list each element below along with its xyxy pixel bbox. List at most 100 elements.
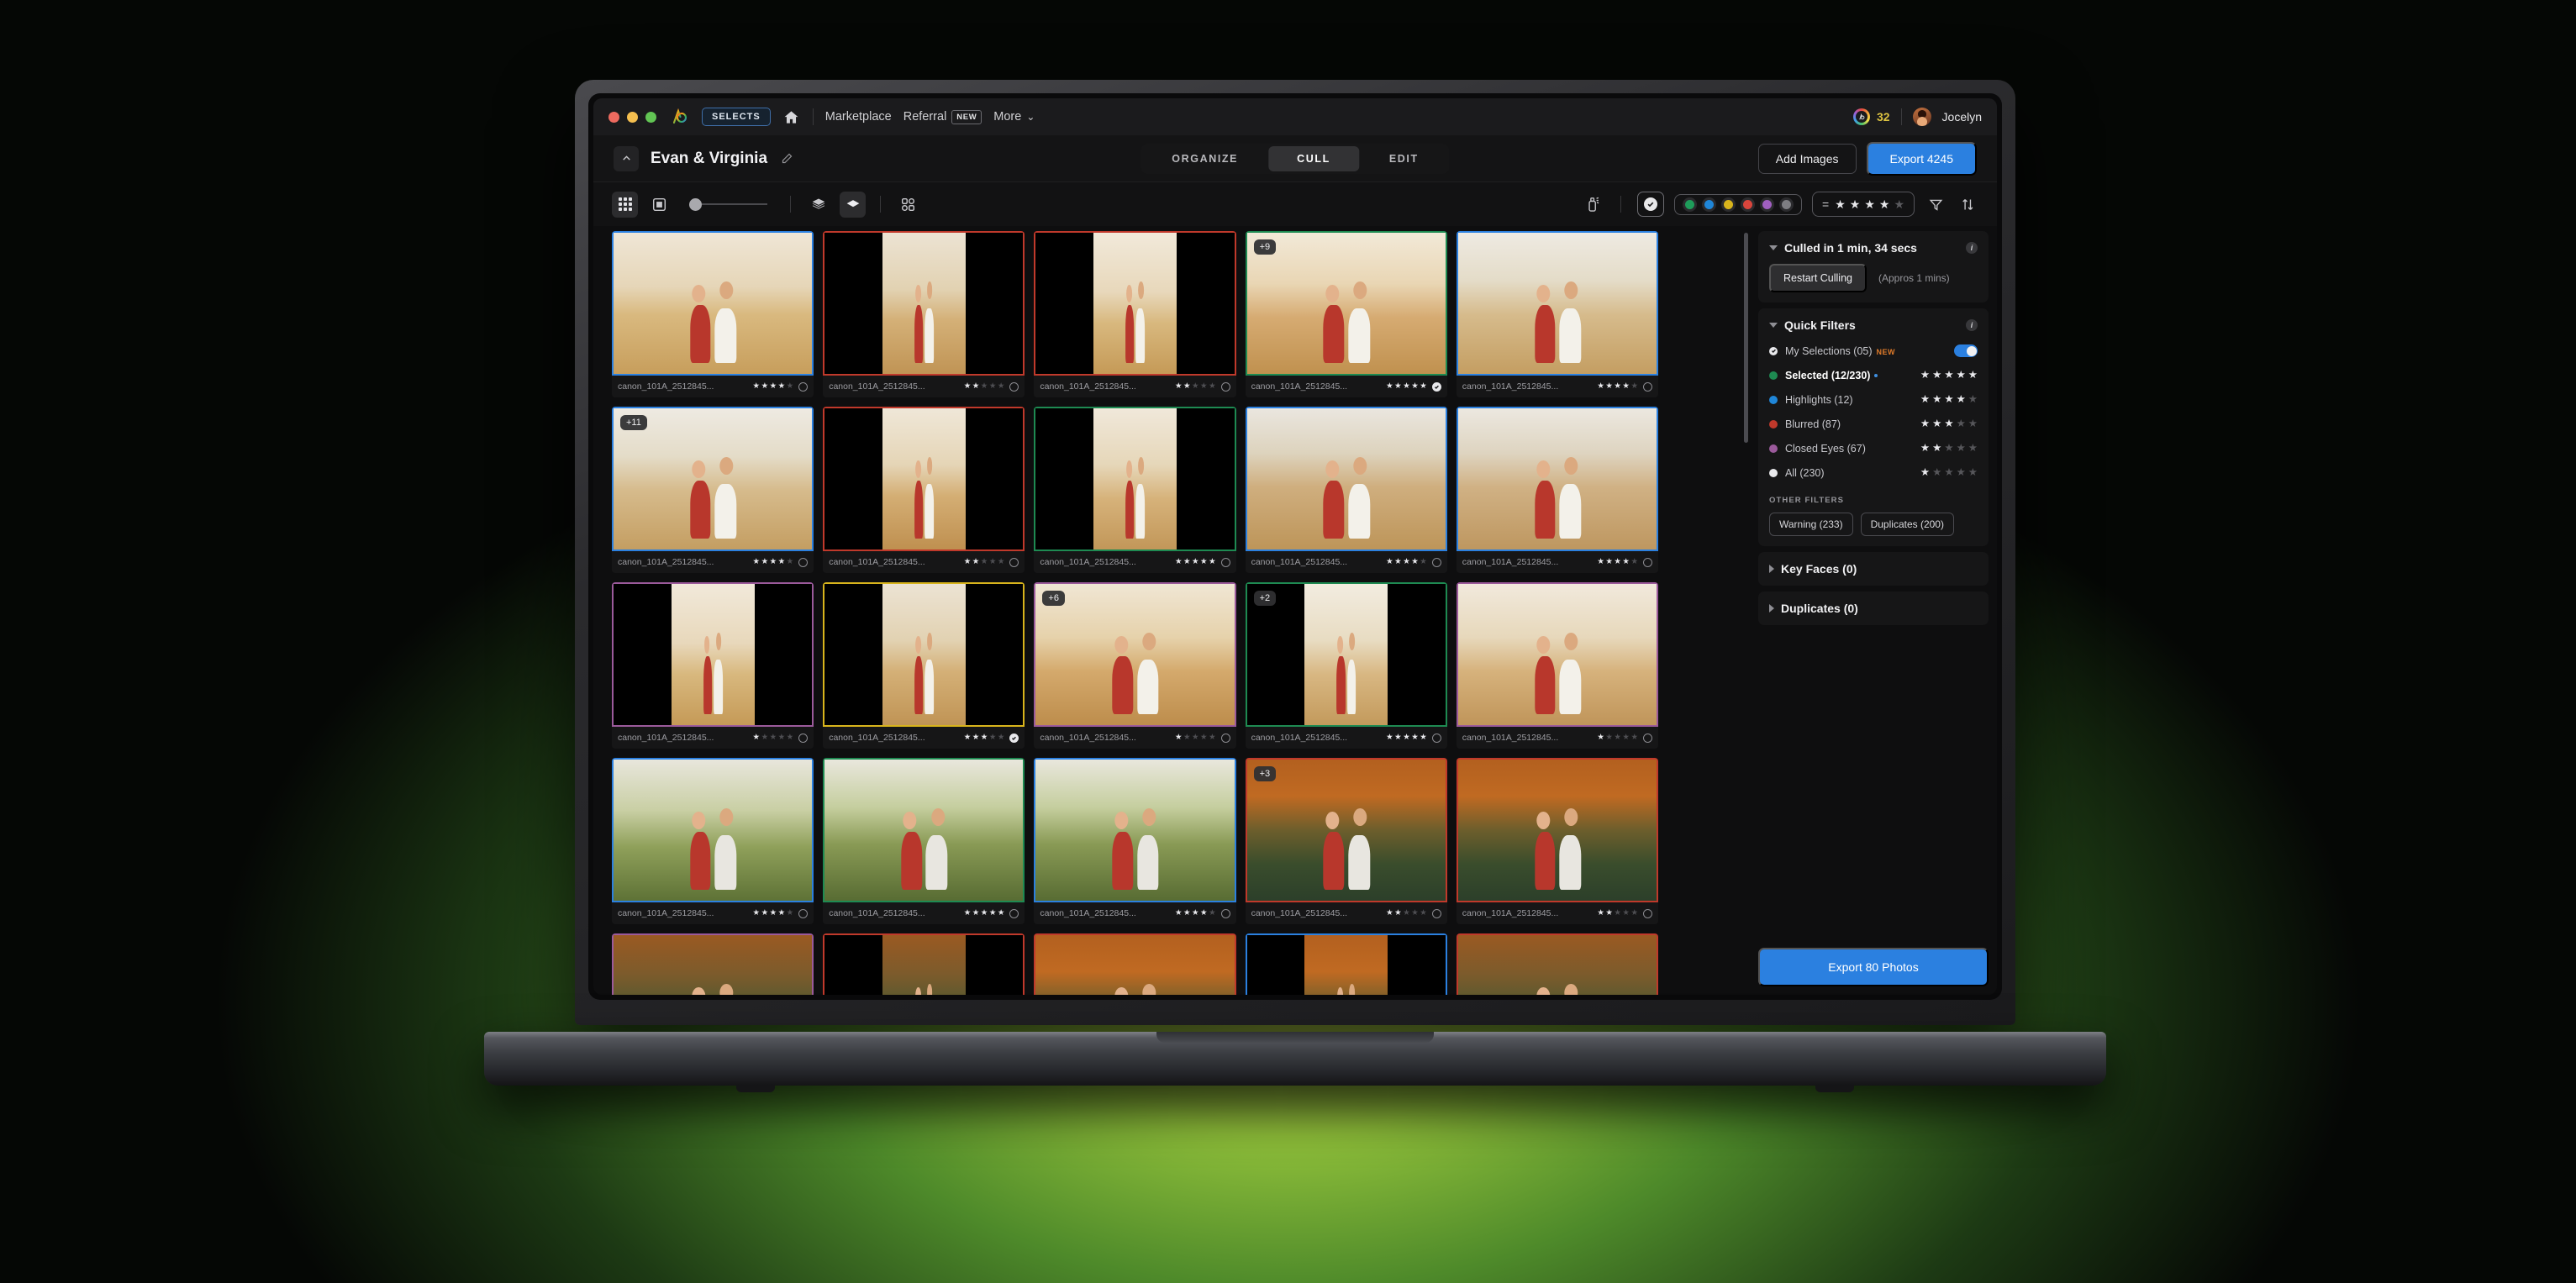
- color-swatch-green[interactable]: [1685, 199, 1694, 209]
- star-icon[interactable]: ★: [753, 558, 761, 566]
- photo-thumbnail[interactable]: [823, 231, 1025, 376]
- star-icon[interactable]: ★: [787, 558, 794, 566]
- duplicates-card[interactable]: Duplicates (0): [1758, 592, 1989, 625]
- star-icon[interactable]: ★: [1957, 394, 1966, 405]
- star-icon[interactable]: ★: [972, 734, 980, 742]
- photo-select-toggle[interactable]: [1431, 557, 1441, 567]
- star-icon[interactable]: ★: [1209, 734, 1216, 742]
- photo-thumbnail[interactable]: +9: [1245, 231, 1447, 376]
- photo-thumbnail[interactable]: [1456, 582, 1658, 727]
- star-icon[interactable]: ★: [1622, 734, 1630, 742]
- quick-filters-header[interactable]: Quick Filters i: [1769, 318, 1978, 332]
- star-icon[interactable]: ★: [1622, 382, 1630, 391]
- photo-cell[interactable]: +9 canon_101A_2512845... ★ ★ ★ ★ ★: [1245, 231, 1447, 397]
- other-filter-chip[interactable]: Warning (233): [1769, 513, 1853, 536]
- photo-thumbnail[interactable]: [1034, 231, 1236, 376]
- photo-cell[interactable]: canon_101A_2512845...★★★★★: [823, 758, 1025, 924]
- star-icon[interactable]: ★: [1420, 558, 1427, 566]
- photo-select-toggle[interactable]: [1642, 381, 1652, 392]
- quick-filter-row[interactable]: Closed Eyes (67) ★ ★ ★ ★ ★: [1769, 436, 1978, 460]
- photo-thumbnail[interactable]: [823, 582, 1025, 727]
- star-icon[interactable]: ★: [761, 909, 769, 918]
- photo-thumbnail[interactable]: [1034, 933, 1236, 995]
- photo-cell[interactable]: canon_101A_2512845...★★★★★: [1456, 933, 1658, 995]
- photo-select-toggle[interactable]: [1642, 733, 1652, 743]
- filter-funnel-icon[interactable]: [1925, 193, 1946, 215]
- star-icon[interactable]: ★: [778, 558, 786, 566]
- restart-culling-button[interactable]: Restart Culling: [1769, 264, 1867, 292]
- filter-star-rating[interactable]: ★ ★ ★ ★ ★: [1920, 443, 1978, 454]
- star-icon[interactable]: ★: [964, 558, 972, 566]
- star-icon[interactable]: ★: [1879, 198, 1890, 210]
- star-icon[interactable]: ★: [770, 382, 777, 391]
- star-icon[interactable]: ★: [1932, 443, 1941, 454]
- nav-item-marketplace[interactable]: Marketplace: [825, 110, 892, 124]
- slider-track[interactable]: [702, 203, 767, 205]
- star-icon[interactable]: ★: [778, 382, 786, 391]
- photo-select-toggle[interactable]: [798, 733, 809, 743]
- star-icon[interactable]: ★: [1597, 382, 1604, 391]
- selected-filter-button[interactable]: [1637, 192, 1664, 217]
- star-icon[interactable]: ★: [1932, 394, 1941, 405]
- chevron-down-icon[interactable]: [1769, 245, 1778, 250]
- key-faces-header[interactable]: Key Faces (0): [1769, 562, 1978, 576]
- photo-select-toggle[interactable]: [1642, 908, 1652, 918]
- nav-item-referral[interactable]: Referral NEW: [903, 109, 982, 124]
- star-icon[interactable]: ★: [989, 382, 997, 391]
- edit-pencil-icon[interactable]: [779, 151, 794, 166]
- star-icon[interactable]: ★: [1420, 909, 1427, 918]
- star-icon[interactable]: ★: [1403, 909, 1410, 918]
- home-icon[interactable]: [782, 108, 801, 126]
- star-icon[interactable]: ★: [770, 558, 777, 566]
- photo-cell[interactable]: canon_101A_2512845...★★★★★: [1245, 933, 1447, 995]
- filter-star-rating[interactable]: ★ ★ ★ ★ ★: [1920, 370, 1978, 381]
- photo-cell[interactable]: canon_101A_2512845...★★★★★: [823, 933, 1025, 995]
- photo-select-toggle[interactable]: [1009, 381, 1019, 392]
- star-icon[interactable]: ★: [998, 558, 1005, 566]
- star-icon[interactable]: ★: [1403, 382, 1410, 391]
- photo-rating[interactable]: ★ ★ ★ ★ ★: [964, 558, 1005, 566]
- filter-star-rating[interactable]: ★ ★ ★ ★ ★: [1920, 418, 1978, 429]
- photo-cell[interactable]: +6 canon_101A_2512845... ★ ★ ★ ★ ★: [1034, 582, 1236, 749]
- star-icon[interactable]: ★: [1597, 558, 1604, 566]
- quick-filter-row[interactable]: My Selections (05) NEW: [1769, 339, 1978, 363]
- star-icon[interactable]: ★: [998, 734, 1005, 742]
- compare-view-icon[interactable]: [895, 192, 921, 218]
- photo-select-toggle[interactable]: [798, 908, 809, 918]
- close-window-icon[interactable]: [608, 111, 619, 123]
- photo-thumbnail[interactable]: +11: [612, 407, 814, 551]
- photo-rating[interactable]: ★ ★ ★ ★ ★: [1175, 382, 1216, 391]
- star-icon[interactable]: ★: [1192, 558, 1199, 566]
- star-icon[interactable]: ★: [1192, 909, 1199, 918]
- photo-select-toggle[interactable]: [798, 381, 809, 392]
- star-icon[interactable]: ★: [998, 909, 1005, 918]
- photo-thumbnail[interactable]: [823, 407, 1025, 551]
- star-icon[interactable]: ★: [1394, 558, 1402, 566]
- star-icon[interactable]: ★: [1200, 909, 1208, 918]
- star-icon[interactable]: ★: [1386, 382, 1393, 391]
- quick-filter-row[interactable]: Selected (12/230) ★ ★ ★ ★ ★: [1769, 363, 1978, 387]
- culled-card-header[interactable]: Culled in 1 min, 34 secs i: [1769, 241, 1978, 255]
- photo-rating[interactable]: ★ ★ ★ ★ ★: [753, 558, 794, 566]
- star-icon[interactable]: ★: [761, 734, 769, 742]
- photo-rating[interactable]: ★ ★ ★ ★ ★: [1386, 734, 1427, 742]
- star-icon[interactable]: ★: [1192, 734, 1199, 742]
- star-icon[interactable]: ★: [1944, 394, 1953, 405]
- star-icon[interactable]: ★: [1411, 382, 1419, 391]
- export-photos-button[interactable]: Export 80 Photos: [1758, 948, 1989, 986]
- star-icon[interactable]: ★: [1614, 382, 1621, 391]
- star-icon[interactable]: ★: [1968, 394, 1978, 405]
- photo-rating[interactable]: ★ ★ ★ ★ ★: [1386, 382, 1427, 391]
- photo-grid[interactable]: canon_101A_2512845... ★ ★ ★ ★ ★ canon_101A_251…: [612, 231, 1658, 995]
- star-icon[interactable]: ★: [1630, 909, 1638, 918]
- stack-view-icon[interactable]: [805, 192, 831, 218]
- photo-cell[interactable]: canon_101A_2512845...★★★★★: [1034, 231, 1236, 397]
- stack-count-badge[interactable]: +2: [1253, 591, 1277, 606]
- photo-select-toggle[interactable]: [1220, 908, 1230, 918]
- star-icon[interactable]: ★: [1183, 558, 1191, 566]
- star-icon[interactable]: ★: [1175, 909, 1183, 918]
- star-icon[interactable]: ★: [1932, 370, 1941, 381]
- photo-select-toggle[interactable]: [1220, 557, 1230, 567]
- photo-thumbnail[interactable]: [823, 758, 1025, 902]
- star-icon[interactable]: ★: [1175, 382, 1183, 391]
